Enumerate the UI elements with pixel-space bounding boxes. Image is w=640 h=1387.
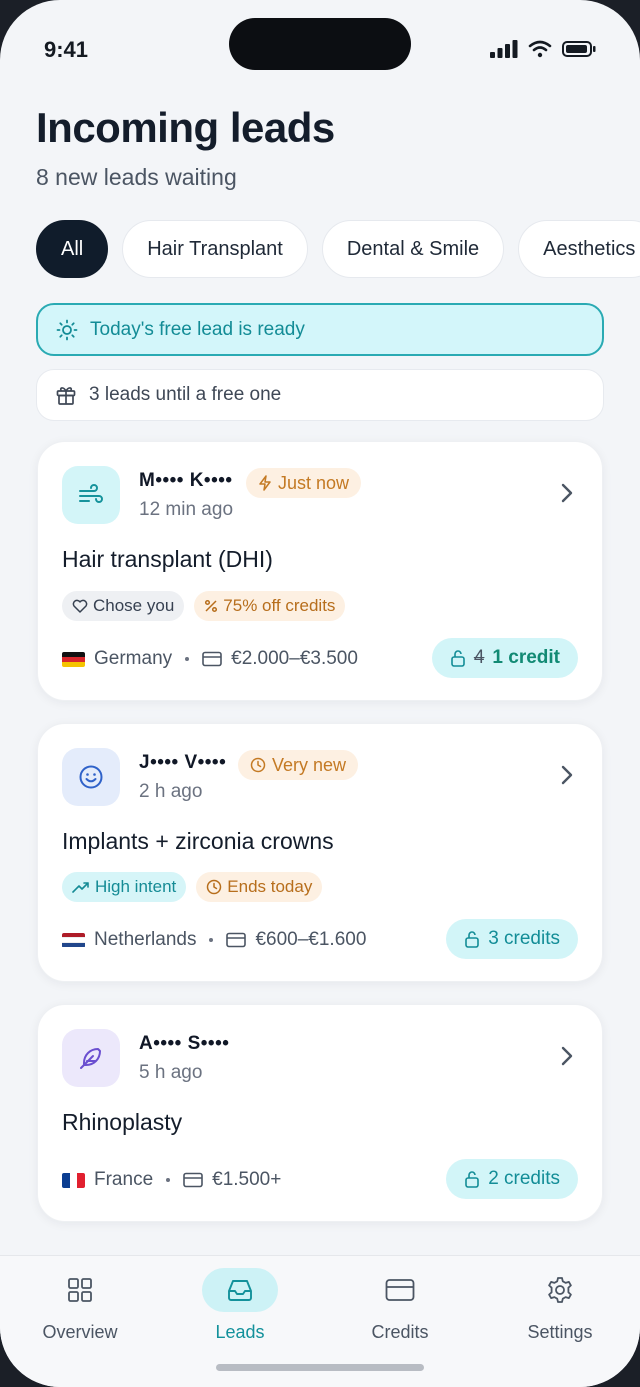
lead-meta: France €1.500+ [62,1169,281,1191]
filter-chip-all[interactable]: All [36,220,109,278]
percent-icon [205,599,218,613]
lead-tags: Chose you 75% off credits [62,591,346,621]
lead-country: Netherlands [94,929,197,950]
lead-name: J•••• V•••• [139,752,227,773]
tag-ends-today: Ends today [196,872,323,902]
lead-name: M•••• K•••• [139,470,233,491]
lead-budget: €2.000–€3.500 [231,648,358,669]
flag-france-icon [62,1172,85,1188]
free-lead-progress-text: 3 leads until a free one [89,384,282,405]
clock-icon [250,757,266,773]
lead-service: Hair transplant (DHI) [62,546,273,572]
trending-up-icon [72,882,89,893]
grid-icon [42,1268,118,1312]
tab-credits[interactable]: Credits [340,1268,460,1343]
tag-high-intent: High intent [62,872,187,902]
lead-card[interactable]: J•••• V•••• Very new 2 h ago Implants + … [37,723,603,982]
freshness-badge: Just now [246,468,362,498]
lock-icon [465,1171,479,1188]
page-title: Incoming leads [36,104,335,151]
tab-overview[interactable]: Overview [20,1268,140,1343]
wind-icon [62,466,120,524]
chevron-right-icon[interactable] [560,1045,574,1067]
flag-germany-icon [62,651,85,667]
flag-netherlands-icon [62,932,85,948]
filter-chip-hair-transplant[interactable]: Hair Transplant [122,220,308,278]
lead-budget: €600–€1.600 [255,929,367,950]
lead-time: 5 h ago [139,1062,203,1083]
lead-card[interactable]: A•••• S•••• 5 h ago Rhinoplasty France €… [37,1004,603,1222]
lead-service: Implants + zirconia crowns [62,828,334,854]
original-cost: 4 [473,647,485,668]
page-subtitle: 8 new leads waiting [36,164,237,190]
lead-cost: 3 credits [488,928,560,949]
lead-time: 2 h ago [139,781,203,802]
tab-leads[interactable]: Leads [180,1268,300,1343]
status-time: 9:41 [44,37,89,62]
wifi-icon [528,40,552,58]
tab-settings[interactable]: Settings [500,1268,620,1343]
lead-time: 12 min ago [139,499,234,520]
lead-country: France [94,1169,154,1190]
budget-card-icon [183,1172,203,1188]
feather-icon [62,1029,120,1087]
gift-icon [56,387,76,405]
clock-icon [207,879,222,895]
phone-frame: 9:41 Incoming leads 8 new leads waiting … [0,0,640,1387]
lead-card[interactable]: M•••• K•••• Just now 12 min ago Hair tra… [37,441,603,701]
lightning-icon [259,475,271,491]
free-lead-text: Today's free lead is ready [90,318,305,340]
lead-tags: High intent Ends today [62,872,323,902]
home-indicator[interactable] [216,1364,424,1371]
unlock-button[interactable]: 2 credits [446,1159,578,1199]
filter-chip-dental-smile[interactable]: Dental & Smile [321,220,505,278]
card-icon [362,1268,438,1312]
lead-service: Rhinoplasty [62,1109,183,1135]
free-lead-banner[interactable]: Today's free lead is ready [36,303,604,356]
free-lead-progress-banner: 3 leads until a free one [36,369,604,421]
tag-discount: 75% off credits [194,591,346,621]
lock-icon [451,650,465,667]
inbox-icon [202,1268,278,1312]
lock-icon [465,931,479,948]
gear-icon [522,1268,598,1312]
unlock-button[interactable]: 4 1 credit [431,638,578,678]
lead-budget: €1.500+ [212,1169,282,1190]
battery-icon [562,41,596,57]
lead-cost: 2 credits [488,1168,560,1189]
budget-card-icon [202,651,222,667]
freshness-badge: Very new [238,750,359,780]
chevron-right-icon[interactable] [560,764,574,786]
chevron-right-icon[interactable] [560,482,574,504]
status-icons [490,40,596,58]
budget-card-icon [226,932,247,948]
unlock-button[interactable]: 3 credits [446,919,578,959]
smile-icon [62,748,120,806]
lead-country: Germany [94,648,173,669]
lead-name: A•••• S•••• [139,1033,230,1054]
lead-meta: Germany €2.000–€3.500 [62,648,358,670]
screen: 9:41 Incoming leads 8 new leads waiting … [0,0,640,1387]
lead-meta: Netherlands €600–€1.600 [62,929,366,951]
dynamic-island [229,18,411,70]
sun-icon [56,319,78,340]
heart-icon [72,599,88,613]
filter-chips: All Hair Transplant Dental & Smile Aesth… [36,220,640,278]
filter-chip-aesthetics[interactable]: Aesthetics [518,220,640,278]
discounted-cost: 1 credit [492,647,560,668]
tag-chose-you: Chose you [62,591,185,621]
signal-icon [490,40,518,58]
